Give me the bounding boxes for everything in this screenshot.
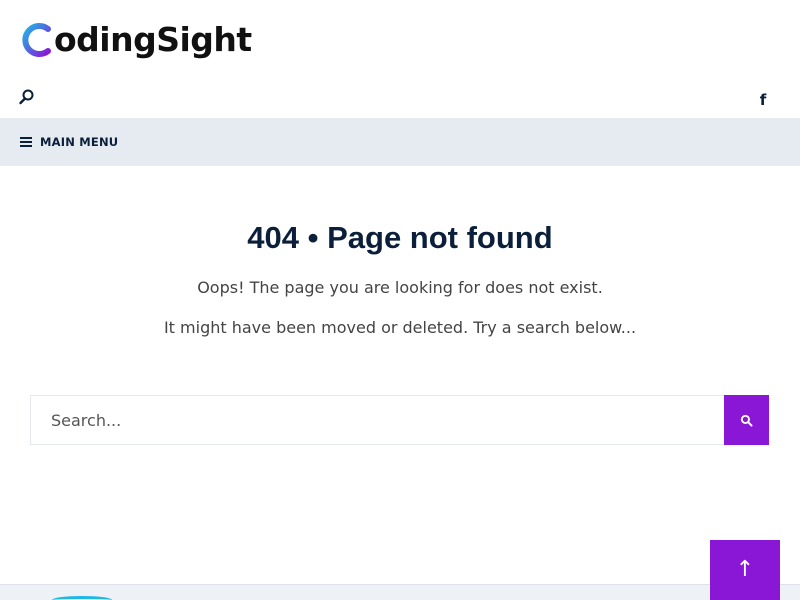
footer-strip: [0, 584, 800, 600]
back-to-top-button[interactable]: ↑: [710, 540, 780, 600]
footer-logo-arc: [52, 596, 112, 600]
main-menu-label: MAIN MENU: [40, 135, 119, 149]
search-icon: [19, 89, 34, 105]
search-icon: [740, 414, 753, 427]
site-header: odingSight f: [0, 0, 800, 118]
not-found-message: Oops! The page you are looking for does …: [197, 278, 603, 297]
hamburger-icon: [20, 137, 32, 147]
site-logo[interactable]: odingSight: [18, 18, 252, 62]
logo-text: odingSight: [54, 20, 252, 59]
main-menu-button[interactable]: MAIN MENU: [20, 118, 118, 166]
facebook-icon[interactable]: f: [756, 90, 770, 110]
search-form: [30, 395, 769, 445]
search-toggle-button[interactable]: [18, 88, 38, 108]
main-content: 404 • Page not found Oops! The page you …: [0, 166, 800, 586]
search-hint-message: It might have been moved or deleted. Try…: [163, 318, 637, 337]
main-navigation: MAIN MENU: [0, 118, 800, 166]
page-title: 404 • Page not found: [247, 220, 553, 255]
logo-c-icon: [22, 23, 51, 57]
search-input[interactable]: [30, 395, 724, 445]
arrow-up-icon: ↑: [735, 557, 755, 582]
search-submit-button[interactable]: [724, 395, 769, 445]
